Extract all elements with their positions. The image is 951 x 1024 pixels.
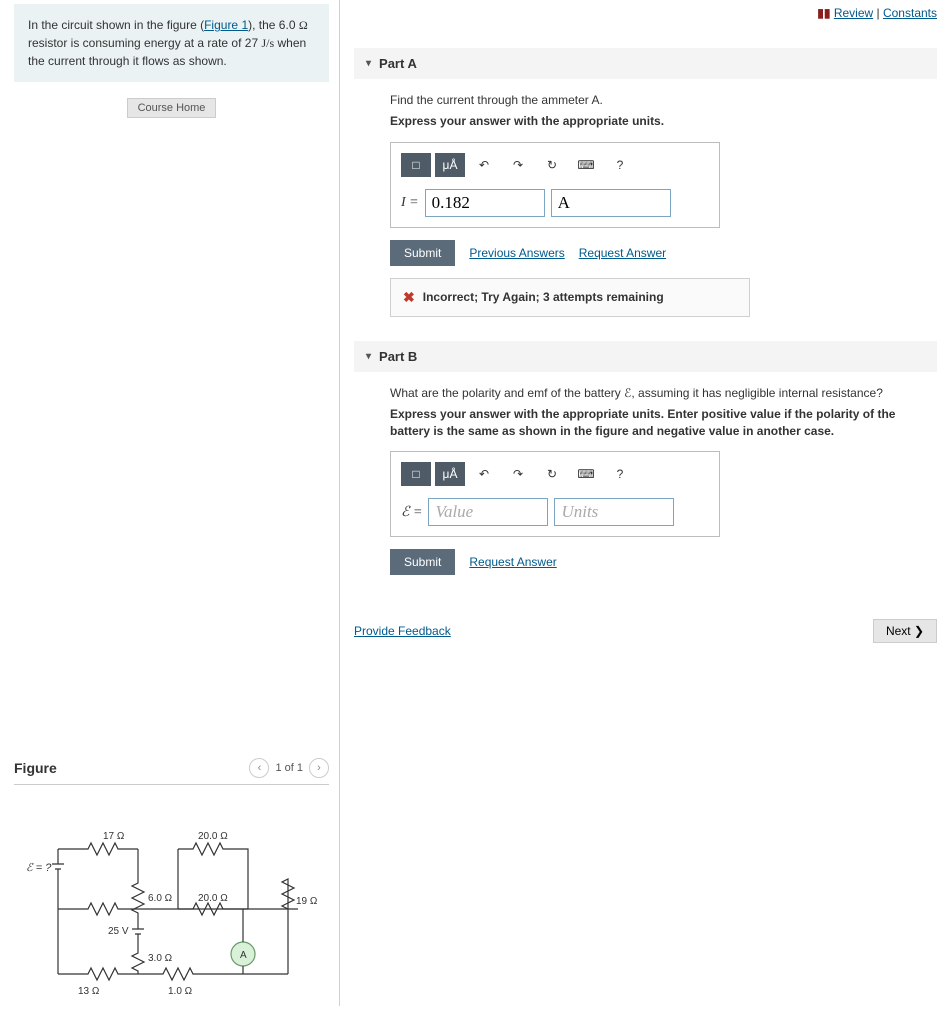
provide-feedback-link[interactable]: Provide Feedback (354, 624, 451, 638)
problem-context: In the circuit shown in the figure (Figu… (14, 4, 329, 82)
part-a-answer-box: □ μÅ ↶ ↷ ↻ ⌨ ? I = (390, 142, 720, 228)
svg-text:1.0 Ω: 1.0 Ω (168, 986, 193, 997)
incorrect-icon: ✖ (403, 289, 415, 306)
part-b-request-answer-link[interactable]: Request Answer (469, 555, 556, 569)
undo-button[interactable]: ↶ (469, 462, 499, 486)
circuit-diagram: 17 Ω ℰ = ? 6.0 Ω 25 V 3.0 Ω 13 Ω (14, 805, 329, 1006)
undo-button[interactable]: ↶ (469, 153, 499, 177)
part-a-feedback: ✖ Incorrect; Try Again; 3 attempts remai… (390, 278, 750, 317)
part-a-instruction: Express your answer with the appropriate… (390, 113, 937, 130)
course-home-button[interactable]: Course Home (127, 98, 217, 118)
figure-pager: ‹ 1 of 1 › (249, 758, 329, 778)
fraction-button[interactable]: □ (401, 462, 431, 486)
redo-button[interactable]: ↷ (503, 153, 533, 177)
svg-text:13 Ω: 13 Ω (78, 986, 100, 997)
figure-prev-button[interactable]: ‹ (249, 758, 269, 778)
svg-text:A: A (240, 950, 247, 961)
figure-title: Figure (14, 760, 57, 776)
part-b-symbol: ℰ = (401, 504, 422, 521)
figure-next-button[interactable]: › (309, 758, 329, 778)
keyboard-button[interactable]: ⌨ (571, 153, 601, 177)
figure-link[interactable]: Figure 1 (204, 18, 248, 32)
part-b-answer-box: □ μÅ ↶ ↷ ↻ ⌨ ? ℰ = (390, 451, 720, 537)
part-b-question: What are the polarity and emf of the bat… (390, 386, 937, 400)
svg-text:19 Ω: 19 Ω (296, 896, 318, 907)
reset-button[interactable]: ↻ (537, 153, 567, 177)
svg-text:3.0 Ω: 3.0 Ω (148, 953, 173, 964)
part-b-header[interactable]: Part B (354, 341, 937, 372)
part-b-instruction: Express your answer with the appropriate… (390, 406, 937, 440)
help-button[interactable]: ? (605, 153, 635, 177)
top-links: ▮▮ Review | Constants (354, 0, 937, 38)
constants-link[interactable]: Constants (883, 6, 937, 20)
fraction-button[interactable]: □ (401, 153, 431, 177)
previous-answers-link[interactable]: Previous Answers (469, 246, 564, 260)
review-link[interactable]: Review (834, 6, 873, 20)
svg-text:17 Ω: 17 Ω (103, 831, 125, 842)
part-a-question: Find the current through the ammeter A. (390, 93, 937, 107)
part-a-submit-button[interactable]: Submit (390, 240, 455, 266)
svg-text:20.0 Ω: 20.0 Ω (198, 893, 228, 904)
keyboard-button[interactable]: ⌨ (571, 462, 601, 486)
special-char-button[interactable]: μÅ (435, 153, 465, 177)
book-icon: ▮▮ (817, 6, 830, 20)
svg-text:20.0 Ω: 20.0 Ω (198, 831, 228, 842)
help-button[interactable]: ? (605, 462, 635, 486)
redo-button[interactable]: ↷ (503, 462, 533, 486)
part-b-submit-button[interactable]: Submit (390, 549, 455, 575)
next-button[interactable]: Next ❯ (873, 619, 937, 643)
part-a-unit-input[interactable] (551, 189, 671, 217)
svg-text:6.0 Ω: 6.0 Ω (148, 893, 173, 904)
part-b-value-input[interactable] (428, 498, 548, 526)
part-a-header[interactable]: Part A (354, 48, 937, 79)
svg-text:ℰ = ?: ℰ = ? (26, 862, 52, 874)
svg-text:25 V: 25 V (108, 926, 129, 937)
special-char-button[interactable]: μÅ (435, 462, 465, 486)
part-a-request-answer-link[interactable]: Request Answer (579, 246, 666, 260)
part-a-value-input[interactable] (425, 189, 545, 217)
part-a-symbol: I = (401, 195, 419, 211)
reset-button[interactable]: ↻ (537, 462, 567, 486)
part-b-unit-input[interactable] (554, 498, 674, 526)
